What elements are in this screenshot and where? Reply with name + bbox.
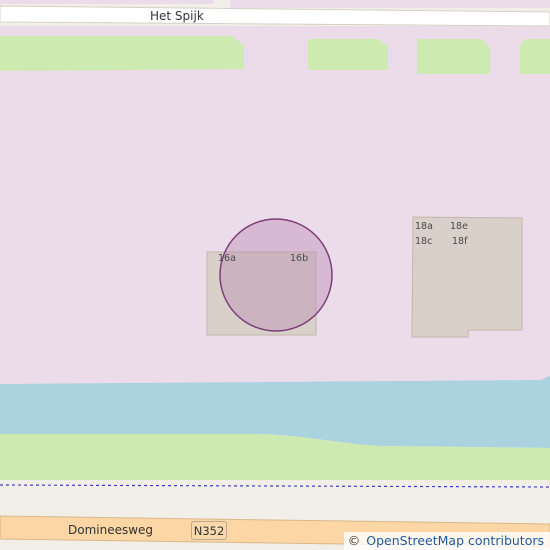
residential-area-top-right — [230, 0, 550, 8]
residential-area-top-left — [0, 0, 214, 4]
attribution-link[interactable]: OpenStreetMap contributors — [366, 533, 544, 548]
house-number-18f: 18f — [452, 236, 468, 247]
house-number-18e: 18e — [450, 221, 468, 232]
location-marker[interactable] — [219, 218, 333, 332]
map-canvas — [0, 0, 550, 550]
map-view[interactable]: Het Spijk Domineesweg N352 16a 16b 18a 1… — [0, 0, 550, 550]
house-number-18a: 18a — [415, 221, 433, 232]
attribution-control[interactable]: © OpenStreetMap contributors — [343, 532, 550, 550]
grass-strip-2 — [308, 39, 388, 70]
house-number-16a: 16a — [218, 253, 236, 264]
street-label-het-spijk: Het Spijk — [150, 9, 204, 23]
building-18 — [411, 216, 523, 338]
house-number-18c: 18c — [415, 236, 433, 247]
house-number-16b: 16b — [290, 253, 309, 264]
grass-strip-4 — [520, 39, 550, 74]
street-label-domineesweg: Domineesweg — [68, 523, 154, 537]
grass-strip-3 — [417, 39, 490, 74]
grass-strip-1 — [0, 36, 244, 71]
route-shield-n352: N352 — [191, 521, 227, 540]
copyright-symbol: © — [347, 533, 361, 548]
